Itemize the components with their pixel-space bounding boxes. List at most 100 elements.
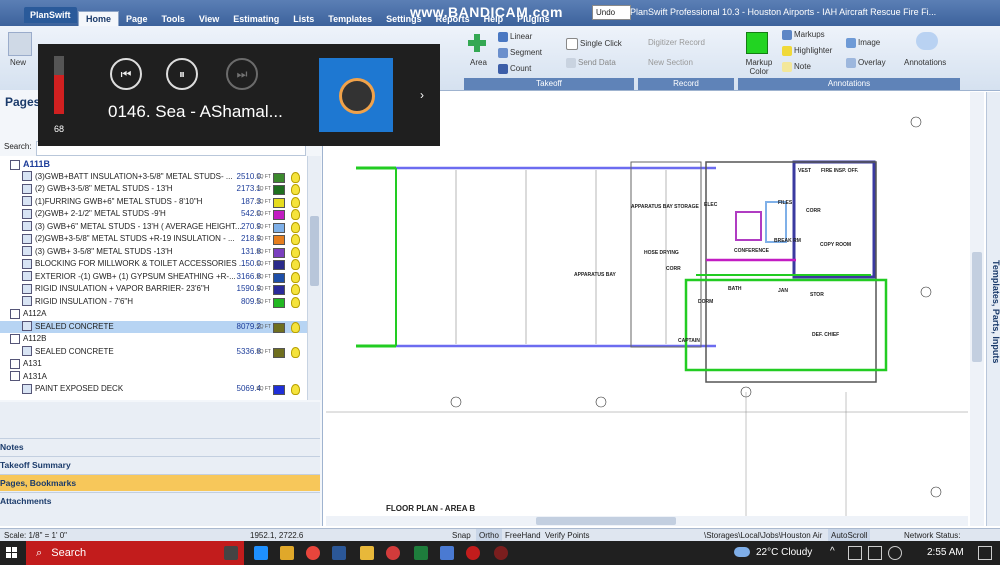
page-node[interactable]: A112A bbox=[0, 308, 307, 321]
visibility-bulb-icon[interactable] bbox=[291, 196, 300, 208]
takeoff-item[interactable]: SEALED CONCRETE 8079.2 SQ FT bbox=[0, 320, 307, 333]
takeoff-item[interactable]: (3)GWB+BATT INSULATION+3-5/8" METAL STUD… bbox=[0, 171, 307, 184]
send-data-button[interactable]: Send Data bbox=[566, 58, 616, 68]
tree-scrollbar[interactable] bbox=[307, 156, 321, 400]
volume-icon[interactable] bbox=[888, 546, 902, 560]
markup-color-swatch[interactable] bbox=[746, 32, 768, 54]
scrollbar-thumb[interactable] bbox=[310, 216, 319, 286]
page-node[interactable]: A131A bbox=[0, 371, 307, 384]
next-track-icon[interactable]: ⏭ bbox=[226, 58, 258, 90]
scrollbar-thumb[interactable] bbox=[972, 252, 982, 362]
tab-estimating[interactable]: Estimating bbox=[226, 12, 286, 26]
drawing-canvas[interactable]: FLOOR PLAN - AREA B APPARATUS BAY STORAG… bbox=[326, 92, 968, 516]
page-node[interactable]: A112B bbox=[0, 333, 307, 346]
color-swatch[interactable] bbox=[273, 172, 285, 183]
single-click-toggle[interactable]: Single Click bbox=[566, 38, 622, 50]
takeoff-item[interactable]: (1)FURRING GWB+6" METAL STUDS - 8'10"H 18… bbox=[0, 196, 307, 209]
expand-chevron-icon[interactable]: › bbox=[420, 88, 424, 102]
takeoff-item[interactable]: SEALED CONCRETE 5336.8 SQ FT bbox=[0, 346, 307, 359]
drawing-vertical-scrollbar[interactable] bbox=[970, 92, 984, 526]
highlighter-button[interactable]: Highlighter bbox=[782, 46, 832, 56]
takeoff-item[interactable]: BLOCKING FOR MILLWORK & TOILET ACCESSORI… bbox=[0, 258, 307, 271]
color-swatch[interactable] bbox=[273, 210, 285, 220]
planswift-icon[interactable] bbox=[386, 546, 400, 560]
page-node[interactable]: A111B bbox=[0, 158, 307, 171]
undo-button[interactable]: Undo bbox=[592, 5, 631, 20]
color-swatch[interactable] bbox=[273, 247, 285, 258]
file-explorer-icon[interactable] bbox=[360, 546, 374, 560]
visibility-bulb-icon[interactable] bbox=[291, 246, 300, 258]
volume-bar[interactable] bbox=[54, 56, 64, 114]
color-swatch[interactable] bbox=[273, 235, 285, 245]
area-button[interactable]: Area bbox=[470, 58, 487, 67]
new-section-button[interactable]: New Section bbox=[648, 58, 693, 67]
takeoff-item[interactable]: EXTERIOR -(1) GWB+ (1) GYPSUM SHEATHING … bbox=[0, 271, 307, 284]
markups-button[interactable]: Markups bbox=[782, 30, 825, 40]
color-swatch[interactable] bbox=[273, 385, 285, 395]
drawing-horizontal-scrollbar[interactable] bbox=[326, 516, 968, 526]
takeoff-item[interactable]: (3) GWB+ 3-5/8" METAL STUDS -13'H 131.8 SQ… bbox=[0, 246, 307, 259]
color-swatch[interactable] bbox=[273, 260, 285, 270]
tray-chevron-icon[interactable]: ^ bbox=[830, 546, 835, 557]
takeoff-item[interactable]: RIGID INSULATION - 7'6"H 809.5 SQ FT bbox=[0, 296, 307, 309]
color-swatch[interactable] bbox=[273, 222, 285, 233]
takeoff-item[interactable]: PAINT EXPOSED DECK 5069.4 SQ FT bbox=[0, 383, 307, 396]
task-view-icon[interactable] bbox=[224, 546, 238, 560]
note-button[interactable]: Note bbox=[782, 62, 811, 72]
overlay-button[interactable]: Overlay bbox=[846, 58, 886, 68]
takeoff-item[interactable]: RIGID INSULATION + VAPOR BARRIER- 23'6"H… bbox=[0, 283, 307, 296]
color-swatch[interactable] bbox=[273, 297, 285, 308]
app-menu-button[interactable]: PlanSwift bbox=[24, 7, 77, 23]
pause-icon[interactable]: ⏸ bbox=[166, 58, 198, 90]
scrollbar-thumb[interactable] bbox=[536, 517, 676, 525]
network-icon[interactable] bbox=[868, 546, 882, 560]
visibility-bulb-icon[interactable] bbox=[291, 321, 300, 333]
color-swatch[interactable] bbox=[273, 197, 285, 208]
takeoff-item[interactable]: (2)GWB+ 2-1/2" METAL STUDS -9'H 542.0 SQ F… bbox=[0, 208, 307, 221]
visibility-bulb-icon[interactable] bbox=[291, 171, 300, 183]
taskbar-search[interactable]: ⌕ Search bbox=[26, 541, 244, 565]
clock[interactable]: 2:55 AM bbox=[927, 547, 964, 558]
takeoff-item[interactable]: (2) GWB+3-5/8" METAL STUDS - 13'H 2173.1 S… bbox=[0, 183, 307, 196]
color-swatch[interactable] bbox=[273, 347, 285, 358]
app-icon[interactable] bbox=[280, 546, 294, 560]
tray-app-icon[interactable] bbox=[848, 546, 862, 560]
excel-icon[interactable] bbox=[414, 546, 428, 560]
word-icon[interactable] bbox=[332, 546, 346, 560]
page-node[interactable]: A131 bbox=[0, 358, 307, 371]
notes-panel[interactable]: Notes bbox=[0, 438, 320, 455]
digitizer-record-button[interactable]: Digitizer Record bbox=[648, 38, 705, 47]
visibility-bulb-icon[interactable] bbox=[291, 284, 300, 295]
templates-parts-inputs-tab[interactable]: Templates, Parts, Inputs bbox=[987, 260, 1000, 380]
image-button[interactable]: Image bbox=[846, 38, 880, 48]
visibility-bulb-icon[interactable] bbox=[291, 184, 300, 195]
color-swatch[interactable] bbox=[273, 185, 285, 195]
visibility-bulb-icon[interactable] bbox=[291, 296, 300, 308]
notifications-icon[interactable] bbox=[978, 546, 992, 560]
takeoff-item[interactable]: (3) GWB+6" METAL STUDS - 13'H ( AVERAGE … bbox=[0, 221, 307, 234]
app-icon[interactable] bbox=[440, 546, 454, 560]
record-icon[interactable] bbox=[466, 546, 480, 560]
tab-home[interactable]: Home bbox=[78, 11, 120, 26]
visibility-bulb-icon[interactable] bbox=[291, 259, 300, 270]
markup-color-button[interactable]: Markup Color bbox=[742, 58, 776, 76]
visibility-bulb-icon[interactable] bbox=[291, 234, 300, 245]
tab-lists[interactable]: Lists bbox=[286, 12, 321, 26]
right-panel-strip[interactable]: Templates, Parts, Inputs bbox=[986, 92, 1000, 526]
tab-view[interactable]: View bbox=[192, 12, 226, 26]
annotations-button[interactable]: Annotations bbox=[904, 58, 946, 67]
color-swatch[interactable] bbox=[273, 322, 285, 333]
tab-templates[interactable]: Templates bbox=[321, 12, 379, 26]
weather-text[interactable]: 22°C Cloudy bbox=[756, 547, 812, 558]
visibility-bulb-icon[interactable] bbox=[291, 384, 300, 395]
visibility-bulb-icon[interactable] bbox=[291, 209, 300, 220]
tab-page[interactable]: Page bbox=[119, 12, 155, 26]
visibility-bulb-icon[interactable] bbox=[291, 221, 300, 233]
chrome-icon[interactable] bbox=[306, 546, 320, 560]
skype-icon[interactable] bbox=[254, 546, 268, 560]
color-swatch[interactable] bbox=[273, 285, 285, 295]
previous-track-icon[interactable]: ⏮ bbox=[110, 58, 142, 90]
color-swatch[interactable] bbox=[273, 272, 285, 283]
bandicam-icon[interactable] bbox=[494, 546, 508, 560]
visibility-bulb-icon[interactable] bbox=[291, 271, 300, 283]
